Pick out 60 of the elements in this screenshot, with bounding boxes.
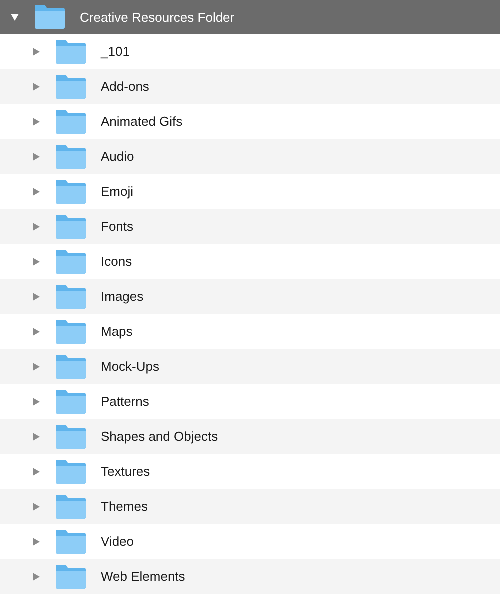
disclosure-icon[interactable]	[31, 502, 41, 512]
folder-name: Images	[101, 289, 144, 304]
folder-name: Audio	[101, 149, 134, 164]
disclosure-icon[interactable]	[31, 572, 41, 582]
folder-icon	[55, 108, 87, 134]
folder-icon	[55, 564, 87, 590]
folder-row[interactable]: Audio	[0, 139, 500, 174]
folder-row[interactable]: Themes	[0, 489, 500, 524]
folder-row[interactable]: Creative Resources Folder	[0, 0, 500, 34]
folder-row[interactable]: Add-ons	[0, 69, 500, 104]
disclosure-icon[interactable]	[31, 82, 41, 92]
folder-icon	[55, 318, 87, 344]
folder-name: Web Elements	[101, 569, 186, 584]
disclosure-icon[interactable]	[10, 12, 20, 22]
folder-name: Add-ons	[101, 79, 150, 94]
folder-icon	[55, 528, 87, 554]
disclosure-icon[interactable]	[31, 326, 41, 336]
disclosure-icon[interactable]	[31, 396, 41, 406]
folder-name: Mock-Ups	[101, 359, 160, 374]
folder-icon	[55, 354, 87, 380]
folder-icon	[55, 214, 87, 240]
folder-row[interactable]: Web Elements	[0, 559, 500, 594]
folder-icon	[55, 144, 87, 170]
folder-name: Patterns	[101, 394, 150, 409]
folder-icon	[55, 424, 87, 450]
disclosure-icon[interactable]	[31, 256, 41, 266]
folder-name: Textures	[101, 464, 150, 479]
disclosure-icon[interactable]	[31, 362, 41, 372]
folder-row[interactable]: Mock-Ups	[0, 349, 500, 384]
disclosure-icon[interactable]	[31, 292, 41, 302]
disclosure-icon[interactable]	[31, 46, 41, 56]
folder-icon	[55, 38, 87, 64]
folder-name: Animated Gifs	[101, 114, 183, 129]
folder-name: Maps	[101, 324, 133, 339]
folder-row[interactable]: Shapes and Objects	[0, 419, 500, 454]
folder-name: Emoji	[101, 184, 134, 199]
disclosure-icon[interactable]	[31, 432, 41, 442]
folder-icon	[55, 178, 87, 204]
folder-name: Video	[101, 534, 134, 549]
folder-icon	[55, 494, 87, 520]
folder-icon	[55, 458, 87, 484]
folder-name: Creative Resources Folder	[80, 10, 235, 24]
folder-name: Icons	[101, 254, 132, 269]
disclosure-icon[interactable]	[31, 536, 41, 546]
folder-name: Themes	[101, 499, 148, 514]
folder-icon	[34, 4, 66, 30]
folder-icon	[55, 248, 87, 274]
folder-row[interactable]: Images	[0, 279, 500, 314]
folder-name: _101	[101, 44, 130, 59]
folder-name: Fonts	[101, 219, 134, 234]
folder-name: Shapes and Objects	[101, 429, 218, 444]
disclosure-icon[interactable]	[31, 116, 41, 126]
disclosure-icon[interactable]	[31, 466, 41, 476]
folder-icon	[55, 388, 87, 414]
disclosure-icon[interactable]	[31, 222, 41, 232]
disclosure-icon[interactable]	[31, 152, 41, 162]
folder-row[interactable]: Fonts	[0, 209, 500, 244]
folder-icon	[55, 74, 87, 100]
folder-icon	[55, 284, 87, 310]
disclosure-icon[interactable]	[31, 186, 41, 196]
